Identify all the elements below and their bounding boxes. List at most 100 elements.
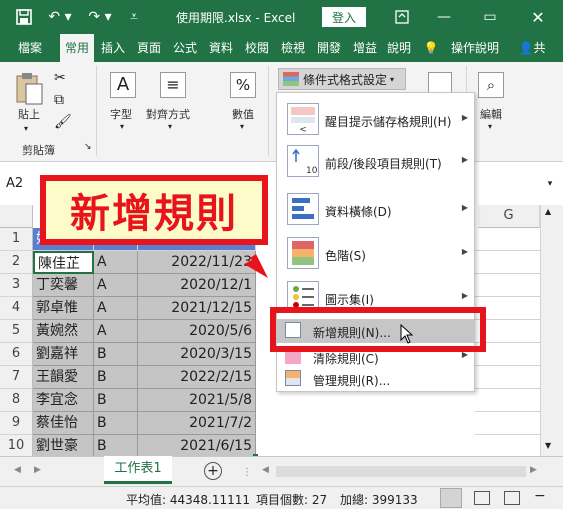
tab-help[interactable]: 說明	[384, 34, 414, 62]
scroll-up-icon[interactable]: ▲	[545, 207, 551, 216]
row-header[interactable]: 2	[0, 251, 33, 274]
redo-icon[interactable]: ↷ ▾	[86, 7, 114, 27]
paste-icon[interactable]	[14, 72, 44, 106]
lightbulb-icon[interactable]: 💡	[420, 34, 442, 62]
tab-data[interactable]: 資料	[204, 34, 238, 62]
menu-item-top-bottom-rules[interactable]: 10 前段/後段項目規則(T) ▶	[277, 141, 474, 181]
zoom-out-icon[interactable]: −	[534, 488, 546, 504]
table-cell[interactable]: 2022/2/15	[138, 366, 256, 389]
save-icon[interactable]	[14, 7, 34, 27]
hscroll-left-icon[interactable]: ◀	[262, 465, 269, 475]
editing-group-label[interactable]: 編輯	[480, 106, 502, 122]
search-icon[interactable]: ⌕	[478, 72, 504, 98]
row-header[interactable]: 6	[0, 343, 33, 366]
table-cell[interactable]: B	[94, 412, 138, 435]
menu-item-data-bars[interactable]: 資料橫條(D) ▶	[277, 189, 474, 229]
tab-addins[interactable]: 增益	[348, 34, 382, 62]
row-header[interactable]: 10	[0, 435, 33, 458]
scroll-sheets-left-icon[interactable]: ◀	[14, 465, 21, 475]
row-header[interactable]: 3	[0, 274, 33, 297]
table-cell[interactable]: 2020/5/6	[138, 320, 256, 343]
menu-item-manage-rules[interactable]: 管理規則(R)...	[277, 367, 474, 391]
tab-page-layout[interactable]: 頁面	[132, 34, 166, 62]
expand-formula-icon[interactable]: ▾	[540, 172, 560, 196]
copy-icon[interactable]: ⧉	[54, 92, 64, 108]
percent-icon[interactable]: %	[230, 72, 256, 98]
table-cell[interactable]: 王韻愛	[33, 366, 94, 389]
horizontal-scrollbar[interactable]	[276, 466, 526, 477]
clipboard-launcher-icon[interactable]: ↘	[84, 142, 92, 152]
maximize-icon[interactable]: ▭	[480, 7, 500, 27]
row-header[interactable]: 9	[0, 412, 33, 435]
page-break-view-icon[interactable]	[504, 491, 520, 505]
table-cell[interactable]: 劉世豪	[33, 435, 94, 458]
customize-toolbar-icon[interactable]: ⩡	[126, 7, 142, 27]
table-cell[interactable]: 陳佳芷	[33, 251, 94, 274]
table-cell[interactable]: 劉嘉祥	[33, 343, 94, 366]
login-button[interactable]: 登入	[322, 7, 366, 27]
font-group-label[interactable]: 字型	[110, 106, 132, 122]
table-cell[interactable]: 2021/7/2	[138, 412, 256, 435]
tab-formulas[interactable]: 公式	[168, 34, 202, 62]
row-header[interactable]: 4	[0, 297, 33, 320]
hscroll-right-icon[interactable]: ▶	[530, 465, 537, 475]
row-header[interactable]: 8	[0, 389, 33, 412]
paste-dropdown-icon[interactable]: ▾	[24, 124, 28, 133]
table-cell[interactable]: A	[94, 297, 138, 320]
table-cell[interactable]: A	[94, 320, 138, 343]
sheet-tab-sheet1[interactable]: 工作表1	[104, 456, 172, 484]
add-sheet-icon[interactable]: +	[204, 462, 222, 480]
name-box[interactable]: A2	[6, 172, 36, 196]
cut-icon[interactable]: ✂	[54, 70, 66, 86]
table-cell[interactable]: A	[94, 251, 138, 274]
table-cell[interactable]: 黃婉然	[33, 320, 94, 343]
table-cell[interactable]: 2021/6/15	[138, 435, 256, 458]
alignment-icon[interactable]: ≡	[160, 72, 186, 98]
tab-review[interactable]: 校閱	[240, 34, 274, 62]
number-dropdown-icon[interactable]: ▾	[240, 122, 244, 131]
table-cell[interactable]: 李宜念	[33, 389, 94, 412]
scroll-down-icon[interactable]: ▼	[545, 441, 551, 450]
format-painter-icon[interactable]: 🖌	[54, 114, 72, 130]
paste-label[interactable]: 貼上	[18, 106, 40, 122]
table-cell[interactable]: 2021/12/15	[138, 297, 256, 320]
table-cell[interactable]: B	[94, 389, 138, 412]
table-cell[interactable]: 2021/5/8	[138, 389, 256, 412]
sheet-menu-icon[interactable]: ⋮	[242, 467, 252, 478]
vertical-scrollbar[interactable]: ▲ ▼	[540, 205, 563, 456]
tab-insert[interactable]: 插入	[96, 34, 130, 62]
minimize-icon[interactable]: —	[434, 7, 454, 27]
tell-me-search[interactable]: 操作說明	[446, 34, 504, 62]
editing-dropdown-icon[interactable]: ▾	[488, 122, 492, 131]
table-cell[interactable]: 2020/3/15	[138, 343, 256, 366]
alignment-group-label[interactable]: 對齊方式	[146, 106, 190, 122]
normal-view-icon[interactable]	[440, 488, 462, 508]
tab-view[interactable]: 檢視	[276, 34, 310, 62]
page-layout-view-icon[interactable]	[474, 491, 490, 505]
select-all-corner[interactable]	[0, 205, 33, 228]
table-cell[interactable]: B	[94, 343, 138, 366]
menu-item-color-scales[interactable]: 色階(S) ▶	[277, 233, 474, 273]
column-header-g[interactable]: G	[478, 205, 540, 228]
row-header[interactable]: 7	[0, 366, 33, 389]
undo-icon[interactable]: ↶ ▾	[46, 7, 74, 27]
table-cell[interactable]: 蔡佳怡	[33, 412, 94, 435]
tab-developer[interactable]: 開發	[312, 34, 346, 62]
table-cell[interactable]: A	[94, 274, 138, 297]
number-group-label[interactable]: 數值	[232, 106, 254, 122]
table-cell[interactable]: 丁奕馨	[33, 274, 94, 297]
menu-item-highlight-rules[interactable]: < 醒目提示儲存格規則(H) ▶	[277, 99, 474, 139]
tab-file[interactable]: 檔案	[8, 34, 52, 62]
share-icon[interactable]: 👤共	[512, 34, 552, 62]
font-dropdown-icon[interactable]: ▾	[120, 122, 124, 131]
row-header[interactable]: 5	[0, 320, 33, 343]
ribbon-display-icon[interactable]	[392, 7, 412, 27]
font-icon[interactable]: A	[110, 72, 136, 98]
tab-home[interactable]: 常用	[60, 34, 94, 64]
alignment-dropdown-icon[interactable]: ▾	[168, 122, 172, 131]
scroll-sheets-right-icon[interactable]: ▶	[34, 465, 41, 475]
table-cell[interactable]: 郭卓惟	[33, 297, 94, 320]
table-cell[interactable]: B	[94, 366, 138, 389]
close-icon[interactable]: ✕	[528, 7, 548, 27]
conditional-formatting-button[interactable]: 條件式格式設定 ▾	[278, 68, 406, 90]
